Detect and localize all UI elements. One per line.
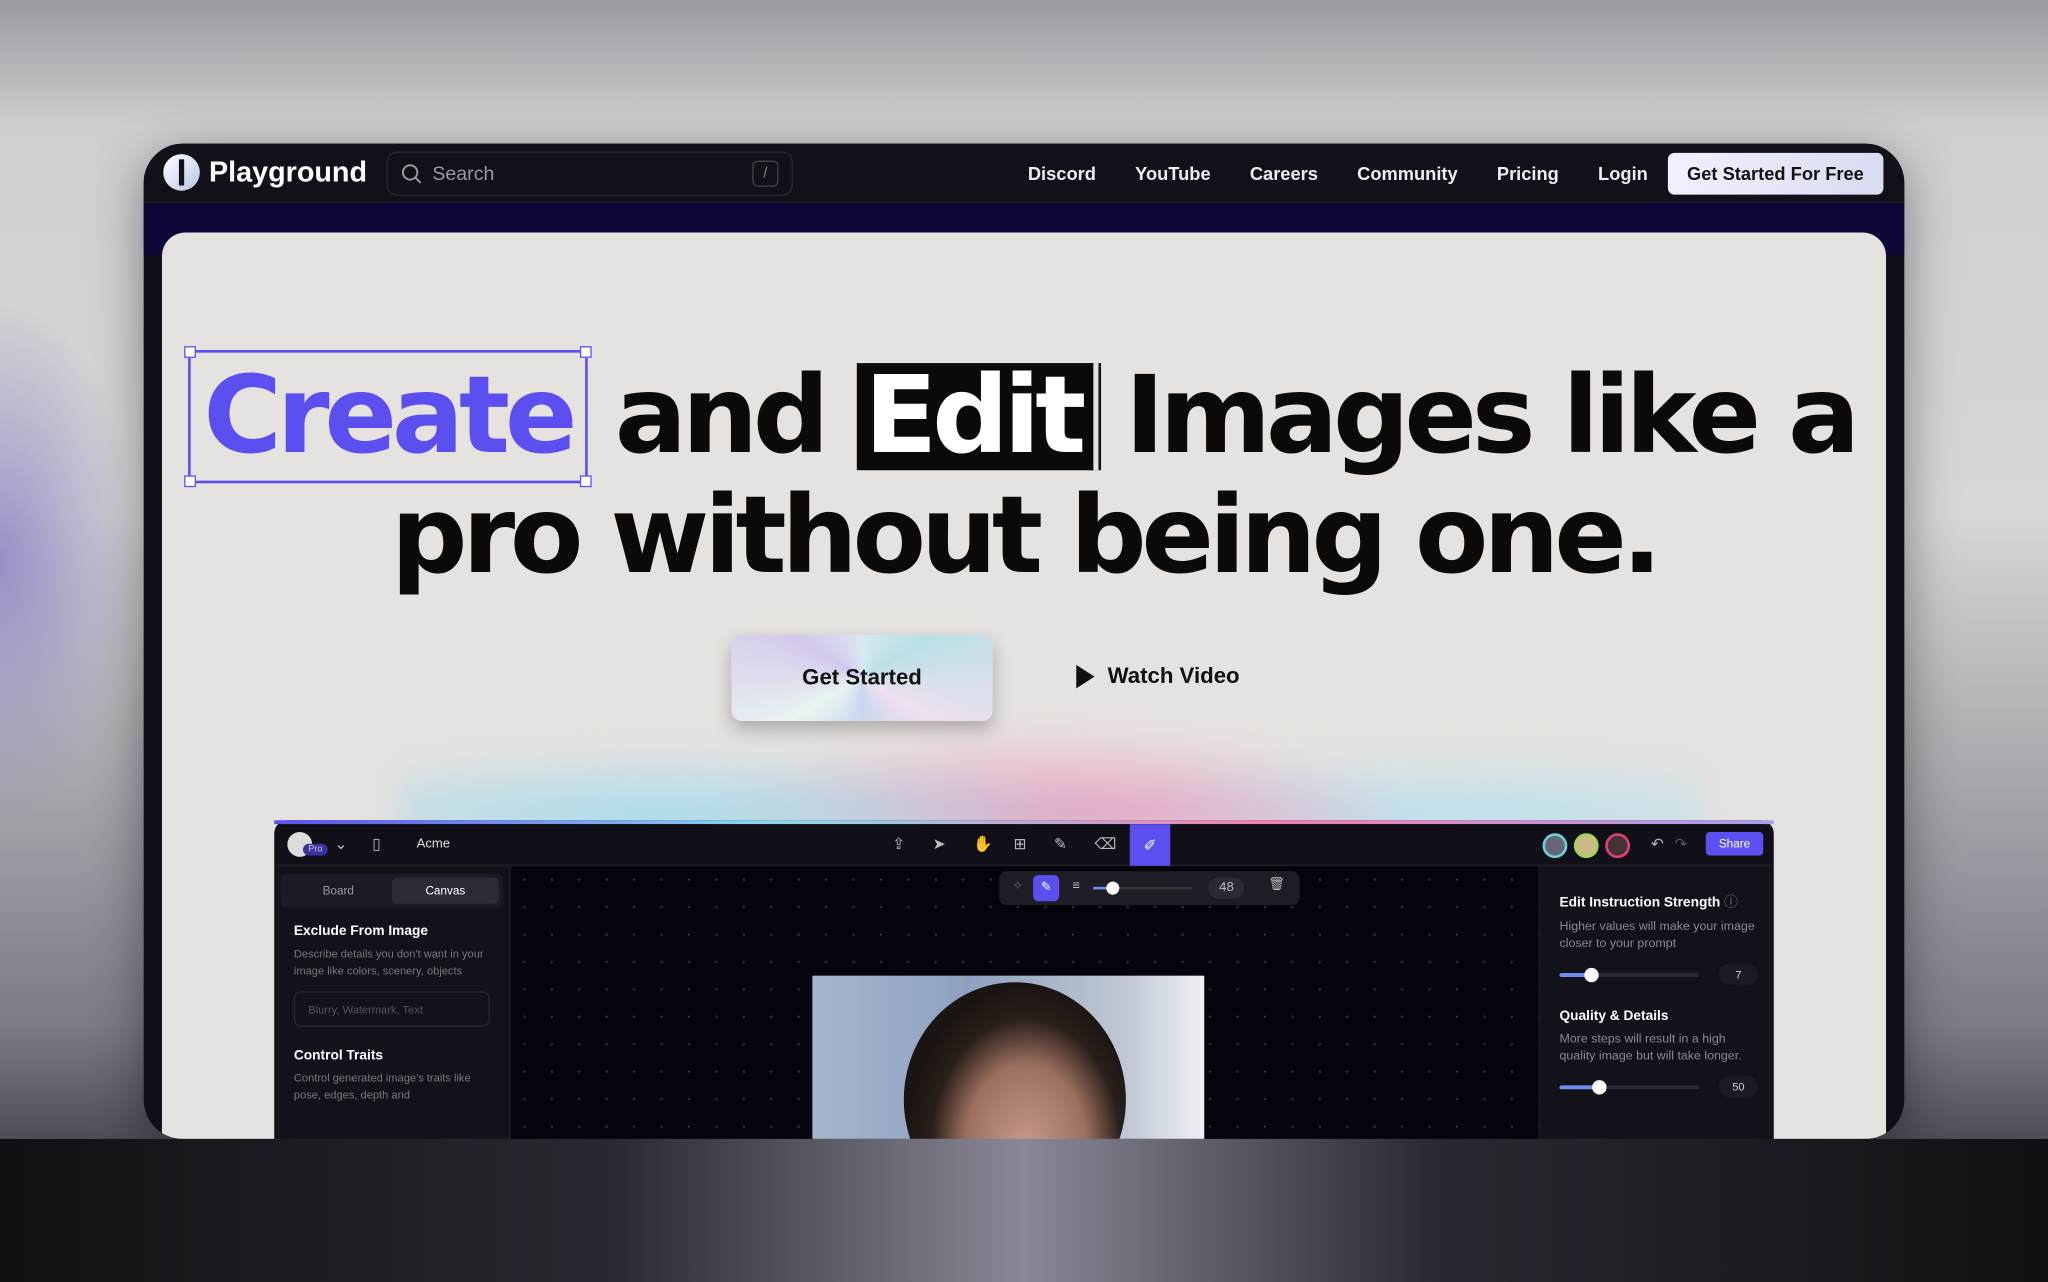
left-panel: Board Canvas Exclude From Image Describe … (274, 865, 511, 1139)
strength-description: Higher values will make your image close… (1559, 919, 1755, 951)
brush-toolbar: ✧ ✎ ≡ 48 🗑 (999, 871, 1300, 906)
headline-edit: Edit (856, 362, 1093, 471)
sparkle-icon[interactable]: ✧ (1012, 879, 1023, 893)
resize-handle (580, 346, 592, 358)
view-tabs: Board Canvas (280, 873, 503, 908)
watch-video-label: Watch Video (1107, 663, 1240, 689)
eraser-icon[interactable]: ⌫ (1095, 835, 1117, 853)
quality-title: Quality & Details (1559, 1008, 1669, 1024)
undo-icon[interactable]: ↶ (1651, 835, 1664, 853)
hero-section: Create and Edit Images like a pro withou… (161, 232, 1887, 1139)
strength-title-text: Edit Instruction Strength (1559, 894, 1721, 911)
brand-name: Playground (208, 155, 368, 189)
canvas-area[interactable]: ✧ ✎ ≡ 48 🗑 (510, 865, 1539, 1139)
headline-line-1: Create and Edit Images like a (162, 346, 1886, 488)
search-input[interactable] (432, 162, 742, 185)
resize-handle (183, 346, 196, 358)
tab-board[interactable]: Board (285, 878, 392, 904)
play-icon (1076, 664, 1095, 689)
import-icon[interactable]: ⇪ (892, 835, 905, 853)
headline-and: and (614, 353, 830, 479)
trash-icon[interactable]: 🗑 (1268, 878, 1285, 892)
exclude-input[interactable]: Blurry, Watermark, Text (293, 991, 490, 1027)
app-toolbar: Pro ⌄ ▯ Acme ⇪ ➤ ✋ ⊞ ✎ ⌫ ✐ ↶ ↷ Share (274, 824, 1774, 866)
right-panel: Edit Instruction Strength ⓘ Higher value… (1538, 865, 1774, 1139)
quality-description: More steps will result in a high quality… (1559, 1031, 1742, 1064)
avatar (1542, 833, 1568, 859)
quality-slider[interactable]: 50 (1559, 1076, 1759, 1098)
avatar (1605, 833, 1631, 859)
tab-canvas[interactable]: Canvas (391, 877, 499, 904)
sidebar-toggle-icon[interactable]: ▯ (372, 835, 381, 853)
top-nav: Playground / Discord YouTube Careers Com… (143, 143, 1905, 203)
search-icon (401, 164, 422, 184)
redo-icon[interactable]: ↷ (1674, 835, 1687, 853)
control-traits-title: Control Traits (293, 1047, 384, 1064)
nav-link-careers[interactable]: Careers (1250, 163, 1318, 184)
nav-link-login[interactable]: Login (1598, 163, 1648, 184)
headline-line-2: pro without being one. (390, 474, 1662, 599)
shortcut-hint: / (752, 160, 779, 187)
nav-link-community[interactable]: Community (1357, 163, 1458, 184)
pointer-icon[interactable]: ➤ (933, 835, 946, 853)
canvas-image[interactable] (812, 975, 1205, 1139)
app-preview: Pro ⌄ ▯ Acme ⇪ ➤ ✋ ⊞ ✎ ⌫ ✐ ↶ ↷ Share Boa… (274, 820, 1774, 1139)
watch-video-button[interactable]: Watch Video (1076, 663, 1240, 690)
headline-rest: Images like a (1124, 353, 1860, 479)
exclude-description: Describe details you don't want in your … (293, 946, 484, 977)
gradient-glow (397, 650, 1704, 834)
quality-value: 50 (1718, 1076, 1759, 1098)
nav-link-pricing[interactable]: Pricing (1497, 163, 1559, 184)
nav-link-youtube[interactable]: YouTube (1135, 163, 1211, 184)
search-box[interactable]: / (386, 151, 793, 196)
selection-box (183, 346, 592, 488)
get-started-button[interactable]: Get Started (731, 634, 993, 721)
pro-badge: Pro (303, 843, 328, 856)
backdrop-glow (0, 300, 144, 823)
exclude-title: Exclude From Image (293, 923, 429, 940)
brush-size-icon: ≡ (1072, 879, 1080, 894)
add-image-icon[interactable]: ⊞ (1014, 835, 1027, 853)
pen-icon[interactable]: ✎ (1054, 835, 1067, 853)
nav-link-discord[interactable]: Discord (1028, 163, 1096, 184)
hand-icon[interactable]: ✋ (973, 835, 993, 853)
chevron-down-icon[interactable]: ⌄ (334, 835, 347, 853)
control-traits-description: Control generated image's traits like po… (293, 1071, 471, 1102)
share-button[interactable]: Share (1705, 831, 1764, 856)
strength-slider[interactable]: 7 (1559, 963, 1759, 985)
avatar (1573, 833, 1599, 859)
page: Playground / Discord YouTube Careers Com… (0, 0, 2048, 1282)
portrait (903, 982, 1126, 1139)
magic-edit-tool-icon[interactable]: ✐ (1129, 824, 1171, 866)
playground-logo-icon (163, 154, 200, 191)
brush-size-slider[interactable] (1093, 881, 1193, 895)
help-icon[interactable]: ⓘ (1724, 895, 1738, 911)
brush-size-value: 48 (1208, 877, 1245, 899)
headline-create: Create (183, 346, 592, 488)
brand-logo[interactable]: Playground (163, 154, 367, 191)
workspace-name: Acme (416, 837, 451, 852)
browser-window: Playground / Discord YouTube Careers Com… (143, 143, 1905, 1139)
brush-icon[interactable]: ✎ (1033, 875, 1060, 902)
strength-value: 7 (1718, 963, 1759, 985)
backdrop-bottom (0, 1138, 2048, 1282)
strength-title: Edit Instruction Strength ⓘ (1560, 892, 1759, 912)
get-started-free-button[interactable]: Get Started For Free (1667, 152, 1884, 195)
